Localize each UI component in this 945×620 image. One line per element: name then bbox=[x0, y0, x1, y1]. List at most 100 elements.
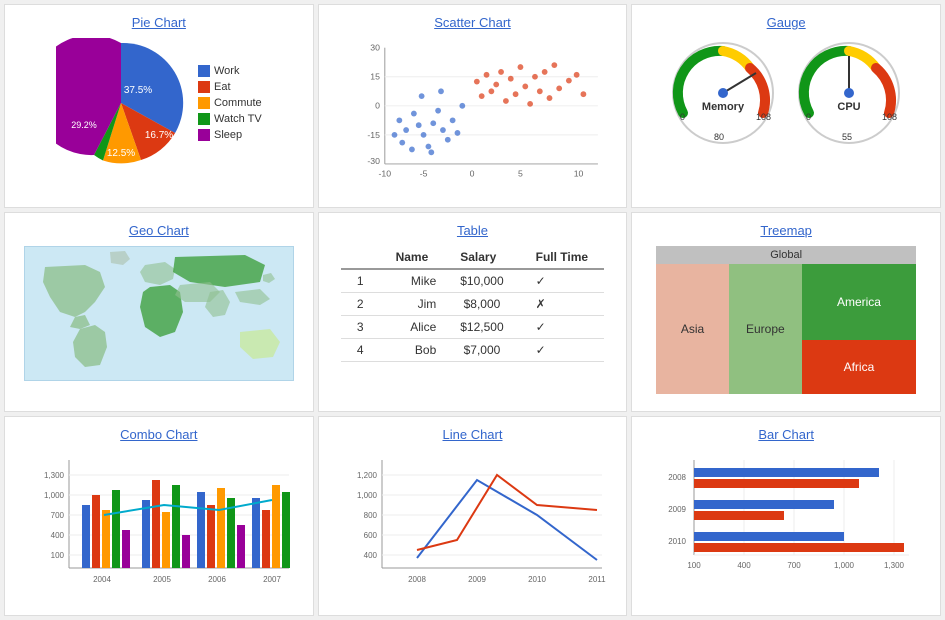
svg-text:29.2%: 29.2% bbox=[71, 120, 97, 130]
combo-chart-card: Combo Chart 1,300 1,000 700 400 100 bbox=[4, 416, 314, 616]
row-num: 3 bbox=[341, 316, 380, 339]
row-name: Alice bbox=[380, 316, 445, 339]
svg-text:2009: 2009 bbox=[668, 505, 686, 514]
svg-text:0: 0 bbox=[470, 169, 475, 179]
combo-chart-title[interactable]: Combo Chart bbox=[120, 427, 197, 442]
combo-svg: 1,300 1,000 700 400 100 bbox=[24, 450, 294, 600]
table-row: 3 Alice $12,500 ✓ bbox=[341, 316, 604, 339]
svg-text:108: 108 bbox=[756, 112, 771, 122]
svg-text:10: 10 bbox=[574, 169, 584, 179]
legend-commute: Commute bbox=[198, 97, 262, 109]
svg-text:700: 700 bbox=[787, 561, 801, 570]
svg-text:100: 100 bbox=[50, 551, 64, 560]
svg-text:2006: 2006 bbox=[208, 575, 226, 584]
treemap-title[interactable]: Treemap bbox=[760, 223, 812, 238]
svg-text:100: 100 bbox=[687, 561, 701, 570]
svg-text:2010: 2010 bbox=[529, 575, 547, 584]
svg-text:0: 0 bbox=[680, 112, 685, 122]
svg-text:-5: -5 bbox=[420, 169, 428, 179]
chart-grid: Pie Chart 37.5% 16.7% 12.5% 29.2% bbox=[0, 0, 945, 620]
gauge-chart-card: Gauge Memory 0 80 108 bbox=[631, 4, 941, 208]
world-map-svg bbox=[25, 247, 294, 381]
col-num bbox=[341, 246, 380, 269]
treemap-card: Treemap Global Asia Europe America Afric… bbox=[631, 212, 941, 412]
svg-text:0: 0 bbox=[376, 101, 381, 111]
treemap-global-label: Global bbox=[656, 246, 916, 264]
svg-text:-15: -15 bbox=[368, 130, 381, 140]
svg-text:15: 15 bbox=[371, 72, 381, 82]
row-salary: $12,500 bbox=[444, 316, 519, 339]
row-salary: $10,000 bbox=[444, 269, 519, 293]
table-row: 1 Mike $10,000 ✓ bbox=[341, 269, 604, 293]
legend-eat: Eat bbox=[198, 81, 262, 93]
row-salary: $7,000 bbox=[444, 339, 519, 362]
svg-text:37.5%: 37.5% bbox=[124, 85, 152, 96]
svg-text:12.5%: 12.5% bbox=[107, 148, 135, 159]
legend-color-eat bbox=[198, 81, 210, 93]
svg-text:2004: 2004 bbox=[93, 575, 111, 584]
row-num: 2 bbox=[341, 293, 380, 316]
bar-chart-title[interactable]: Bar Chart bbox=[758, 427, 814, 442]
svg-text:-30: -30 bbox=[368, 156, 381, 166]
svg-text:800: 800 bbox=[364, 511, 378, 520]
line-chart-title[interactable]: Line Chart bbox=[443, 427, 503, 442]
svg-text:16.7%: 16.7% bbox=[145, 130, 173, 141]
treemap-africa: Africa bbox=[802, 340, 916, 394]
table-row: 4 Bob $7,000 ✓ bbox=[341, 339, 604, 362]
svg-text:2011: 2011 bbox=[589, 575, 607, 584]
legend-label-commute: Commute bbox=[214, 97, 262, 109]
legend-color-commute bbox=[198, 97, 210, 109]
data-table: Name Salary Full Time 1 Mike $10,000 ✓ 2… bbox=[341, 246, 604, 362]
treemap-america: America bbox=[802, 264, 916, 340]
pie-legend: Work Eat Commute Watch TV Sleep bbox=[198, 65, 262, 141]
geo-chart-card: Geo Chart bbox=[4, 212, 314, 412]
legend-watchtv: Watch TV bbox=[198, 113, 262, 125]
geo-chart-title[interactable]: Geo Chart bbox=[129, 223, 189, 238]
svg-text:5: 5 bbox=[519, 169, 524, 179]
col-fulltime: Full Time bbox=[520, 246, 604, 269]
svg-text:2008: 2008 bbox=[668, 473, 686, 482]
svg-text:400: 400 bbox=[737, 561, 751, 570]
line-chart-card: Line Chart 1,200 1,000 800 600 400 2008 … bbox=[318, 416, 628, 616]
row-name: Mike bbox=[380, 269, 445, 293]
gauge-chart-title[interactable]: Gauge bbox=[767, 15, 806, 30]
svg-text:1,300: 1,300 bbox=[884, 561, 905, 570]
line-svg: 1,200 1,000 800 600 400 2008 2009 2010 2… bbox=[337, 450, 607, 600]
row-name: Bob bbox=[380, 339, 445, 362]
svg-text:-10: -10 bbox=[379, 169, 392, 179]
legend-color-sleep bbox=[198, 129, 210, 141]
geo-map bbox=[24, 246, 294, 381]
memory-gauge-svg: Memory 0 80 108 bbox=[668, 38, 778, 148]
treemap-main-row: Asia Europe America Africa bbox=[656, 264, 916, 394]
col-name: Name bbox=[380, 246, 445, 269]
row-name: Jim bbox=[380, 293, 445, 316]
svg-text:1,000: 1,000 bbox=[357, 491, 378, 500]
row-fulltime: ✓ bbox=[520, 339, 604, 362]
bar-svg: 100 400 700 1,000 1,300 2008 2009 2010 bbox=[654, 450, 919, 590]
treemap-asia: Asia bbox=[656, 264, 729, 394]
gauge-container: Memory 0 80 108 CPU 0 55 108 bbox=[668, 38, 904, 148]
legend-label-watchtv: Watch TV bbox=[214, 113, 262, 125]
svg-text:1,000: 1,000 bbox=[44, 491, 65, 500]
row-num: 1 bbox=[341, 269, 380, 293]
pie-chart-card: Pie Chart 37.5% 16.7% 12.5% 29.2% bbox=[4, 4, 314, 208]
legend-work: Work bbox=[198, 65, 262, 77]
svg-text:2009: 2009 bbox=[469, 575, 487, 584]
svg-text:0: 0 bbox=[806, 112, 811, 122]
treemap-right-col: America Africa bbox=[802, 264, 916, 394]
legend-label-eat: Eat bbox=[214, 81, 231, 93]
pie-chart-content: 37.5% 16.7% 12.5% 29.2% Work Eat Commute bbox=[56, 38, 262, 168]
svg-text:30: 30 bbox=[371, 43, 381, 53]
svg-text:700: 700 bbox=[50, 511, 64, 520]
scatter-chart-title[interactable]: Scatter Chart bbox=[434, 15, 511, 30]
cpu-gauge-svg: CPU 0 55 108 bbox=[794, 38, 904, 148]
treemap-container: Global Asia Europe America Africa bbox=[656, 246, 916, 394]
row-num: 4 bbox=[341, 339, 380, 362]
svg-text:400: 400 bbox=[50, 531, 64, 540]
table-title[interactable]: Table bbox=[457, 223, 488, 238]
legend-color-watchtv bbox=[198, 113, 210, 125]
svg-text:Memory: Memory bbox=[702, 101, 745, 113]
pie-chart-title[interactable]: Pie Chart bbox=[132, 15, 186, 30]
svg-text:600: 600 bbox=[364, 531, 378, 540]
svg-text:2005: 2005 bbox=[153, 575, 171, 584]
